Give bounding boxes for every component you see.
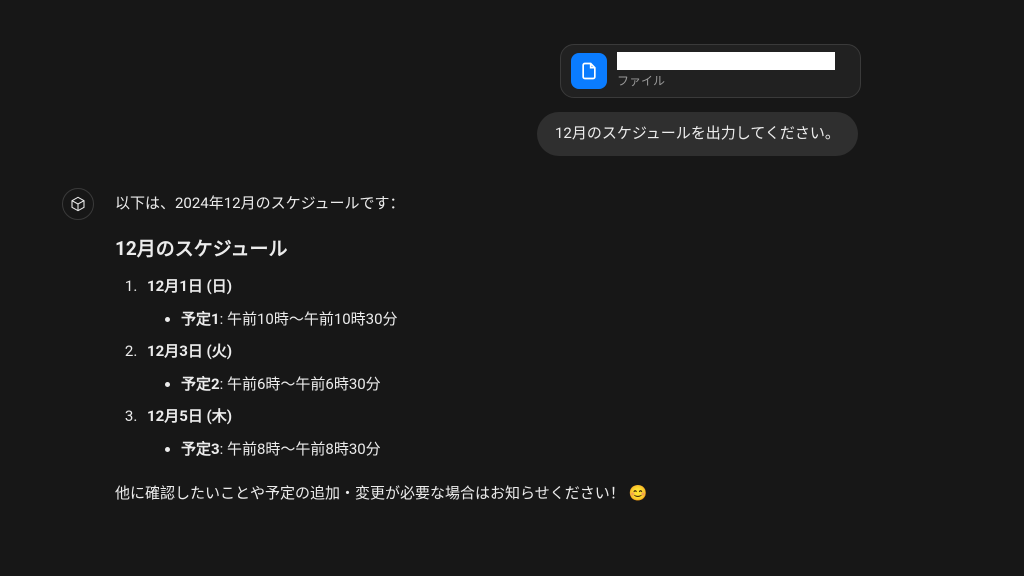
- schedule-heading: 12月のスケジュール: [115, 235, 895, 264]
- schedule-item: 12月3日 (火) 予定2: 午前6時〜午前6時30分: [141, 340, 895, 395]
- schedule-item: 12月5日 (木) 予定3: 午前8時〜午前8時30分: [141, 405, 895, 460]
- event-time: : 午前10時〜午前10時30分: [220, 310, 398, 328]
- event-list: 予定1: 午前10時〜午前10時30分: [147, 308, 895, 331]
- schedule-date: 12月3日 (火): [147, 342, 232, 360]
- event-list: 予定3: 午前8時〜午前8時30分: [147, 438, 895, 461]
- user-message-text: 12月のスケジュールを出力してください。: [555, 124, 840, 142]
- attachment-meta: ファイル: [617, 52, 835, 90]
- assistant-outro-body: 他に確認したいことや予定の追加・変更が必要な場合はお知らせください！: [115, 484, 628, 502]
- event-label: 予定3: [181, 440, 220, 458]
- assistant-outro-text: 他に確認したいことや予定の追加・変更が必要な場合はお知らせください！ 😊: [115, 482, 895, 505]
- schedule-date: 12月1日 (日): [147, 277, 232, 295]
- event-item: 予定2: 午前6時〜午前6時30分: [181, 373, 895, 396]
- smile-emoji-icon: 😊: [628, 482, 647, 505]
- event-label: 予定1: [181, 310, 220, 328]
- document-icon: [571, 53, 607, 89]
- schedule-item: 12月1日 (日) 予定1: 午前10時〜午前10時30分: [141, 275, 895, 330]
- attachment-type-label: ファイル: [617, 72, 835, 90]
- attachment-card[interactable]: ファイル: [560, 44, 861, 98]
- assistant-avatar-icon: [62, 188, 94, 220]
- attachment-filename-redacted: [617, 52, 835, 70]
- chat-viewport: ファイル 12月のスケジュールを出力してください。 以下は、2024年12月のス…: [0, 0, 1024, 576]
- user-message-bubble[interactable]: 12月のスケジュールを出力してください。: [537, 112, 858, 156]
- assistant-intro-text: 以下は、2024年12月のスケジュールです：: [115, 192, 895, 215]
- event-item: 予定1: 午前10時〜午前10時30分: [181, 308, 895, 331]
- event-list: 予定2: 午前6時〜午前6時30分: [147, 373, 895, 396]
- event-label: 予定2: [181, 375, 220, 393]
- event-item: 予定3: 午前8時〜午前8時30分: [181, 438, 895, 461]
- event-time: : 午前6時〜午前6時30分: [220, 375, 381, 393]
- assistant-message: 以下は、2024年12月のスケジュールです： 12月のスケジュール 12月1日 …: [115, 190, 895, 520]
- schedule-date: 12月5日 (木): [147, 407, 232, 425]
- event-time: : 午前8時〜午前8時30分: [220, 440, 381, 458]
- schedule-list: 12月1日 (日) 予定1: 午前10時〜午前10時30分 12月3日 (火) …: [119, 275, 895, 460]
